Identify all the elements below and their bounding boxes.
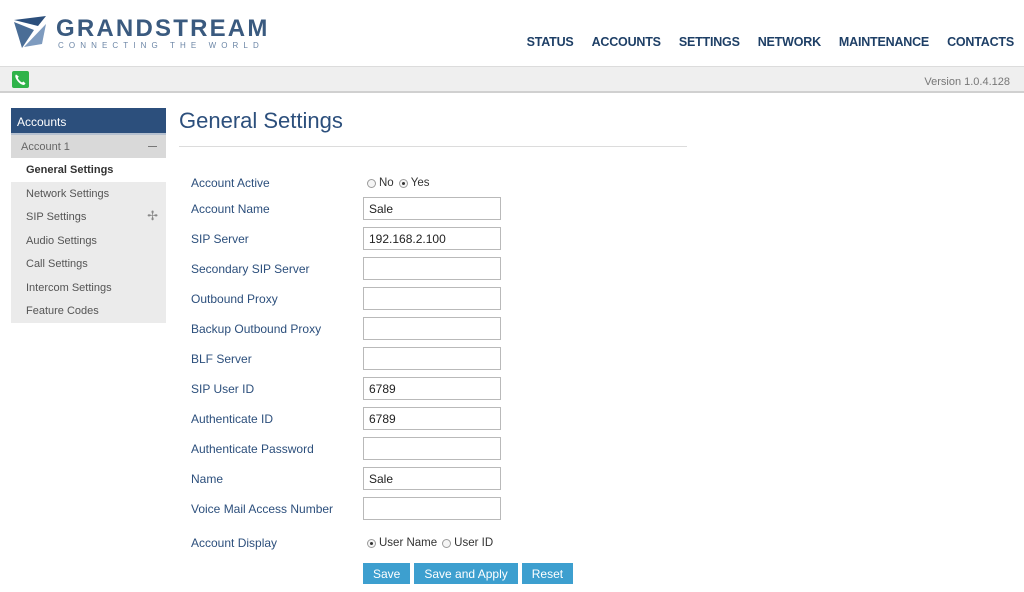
form-row-account-name: Account Name	[191, 197, 691, 221]
account-active-no-label[interactable]: No	[379, 177, 394, 189]
account-display-radios: User Name User ID	[367, 537, 498, 549]
nav-accounts[interactable]: ACCOUNTS	[592, 35, 661, 49]
form-row-outbound-proxy: Outbound Proxy	[191, 287, 691, 311]
top-header: GRANDSTREAM CONNECTING THE WORLD STATUS …	[0, 0, 1024, 66]
grandstream-logo: GRANDSTREAM CONNECTING THE WORLD	[12, 14, 272, 54]
backup-outbound-proxy-label: Backup Outbound Proxy	[191, 322, 322, 336]
form-row-account-display: Account Display User Name User ID	[191, 531, 691, 555]
secondary-sip-server-label: Secondary SIP Server	[191, 262, 310, 276]
top-nav: STATUS ACCOUNTS SETTINGS NETWORK MAINTEN…	[509, 35, 1015, 49]
sidebar-item-network-settings[interactable]: Network Settings	[11, 181, 166, 205]
account-display-user-name-label[interactable]: User Name	[379, 537, 437, 549]
save-button[interactable]: Save	[363, 563, 411, 584]
sidebar: Accounts Account 1 General Settings Netw…	[11, 108, 166, 323]
outbound-proxy-label: Outbound Proxy	[191, 292, 278, 306]
sidebar-item-label: SIP Settings	[26, 211, 87, 223]
version-bar: Version 1.0.4.128	[0, 66, 1024, 93]
sip-user-id-label: SIP User ID	[191, 382, 255, 396]
outbound-proxy-input[interactable]	[363, 287, 501, 310]
form-row-account-active: Account Active No Yes	[191, 171, 691, 195]
sidebar-account-label: Account 1	[21, 141, 70, 153]
nav-network[interactable]: NETWORK	[758, 35, 821, 49]
form-row-backup-outbound-proxy: Backup Outbound Proxy	[191, 317, 691, 341]
save-and-apply-button[interactable]: Save and Apply	[414, 563, 518, 584]
voice-mail-access-number-label: Voice Mail Access Number	[191, 502, 334, 516]
nav-status[interactable]: STATUS	[527, 35, 574, 49]
firmware-version: Version 1.0.4.128	[924, 76, 1010, 88]
nav-settings[interactable]: SETTINGS	[679, 35, 740, 49]
account-active-label: Account Active	[191, 176, 270, 190]
account-active-yes-label[interactable]: Yes	[411, 177, 430, 189]
voice-mail-access-number-input[interactable]	[363, 497, 501, 520]
authenticate-id-input[interactable]	[363, 407, 501, 430]
logo-mark-icon	[14, 16, 46, 48]
brand-tagline: CONNECTING THE WORLD	[58, 41, 264, 50]
account-display-user-name-radio[interactable]	[367, 538, 376, 548]
form-row-sip-user-id: SIP User ID	[191, 377, 691, 401]
name-input[interactable]	[363, 467, 501, 490]
expand-icon[interactable]: ✢	[147, 209, 158, 222]
sidebar-item-audio-settings[interactable]: Audio Settings	[11, 228, 166, 252]
reset-button[interactable]: Reset	[521, 563, 574, 584]
title-divider	[179, 146, 687, 147]
sidebar-item-feature-codes[interactable]: Feature Codes	[11, 299, 166, 323]
form-row-secondary-sip-server: Secondary SIP Server	[191, 257, 691, 281]
nav-maintenance[interactable]: MAINTENANCE	[839, 35, 929, 49]
sidebar-header-accounts[interactable]: Accounts	[11, 108, 166, 135]
sidebar-item-general-settings[interactable]: General Settings	[11, 158, 166, 182]
sidebar-item-intercom-settings[interactable]: Intercom Settings	[11, 275, 166, 299]
sip-server-label: SIP Server	[191, 232, 249, 246]
sidebar-item-sip-settings[interactable]: SIP Settings ✢	[11, 205, 166, 229]
account-active-no-radio[interactable]	[367, 178, 376, 188]
sip-server-input[interactable]	[363, 227, 501, 250]
secondary-sip-server-input[interactable]	[363, 257, 501, 280]
form-row-sip-server: SIP Server	[191, 227, 691, 251]
backup-outbound-proxy-input[interactable]	[363, 317, 501, 340]
collapse-icon[interactable]	[148, 146, 157, 147]
name-label: Name	[191, 472, 224, 486]
form-row-name: Name	[191, 467, 691, 491]
account-name-label: Account Name	[191, 202, 270, 216]
account-active-radios: No Yes	[367, 177, 434, 189]
form-row-authenticate-id: Authenticate ID	[191, 407, 691, 431]
authenticate-password-input[interactable]	[363, 437, 501, 460]
authenticate-id-label: Authenticate ID	[191, 412, 274, 426]
sidebar-account-1[interactable]: Account 1	[11, 135, 166, 158]
account-active-yes-radio[interactable]	[398, 178, 408, 188]
form-row-voice-mail-access-number: Voice Mail Access Number	[191, 497, 691, 521]
account-name-input[interactable]	[363, 197, 501, 220]
brand-name: GRANDSTREAM	[56, 15, 270, 42]
account-display-user-id-radio[interactable]	[442, 538, 452, 548]
form-buttons: Save Save and Apply Reset	[363, 563, 577, 584]
form-row-blf-server: BLF Server	[191, 347, 691, 371]
blf-server-input[interactable]	[363, 347, 501, 370]
account-display-user-id-label[interactable]: User ID	[454, 537, 493, 549]
sip-user-id-input[interactable]	[363, 377, 501, 400]
account-display-label: Account Display	[191, 536, 278, 550]
page-title: General Settings	[179, 108, 343, 133]
phone-icon[interactable]	[12, 71, 29, 88]
sidebar-item-call-settings[interactable]: Call Settings	[11, 252, 166, 276]
authenticate-password-label: Authenticate Password	[191, 442, 314, 456]
blf-server-label: BLF Server	[191, 352, 252, 366]
nav-contacts[interactable]: CONTACTS	[947, 35, 1014, 49]
form-row-authenticate-password: Authenticate Password	[191, 437, 691, 461]
